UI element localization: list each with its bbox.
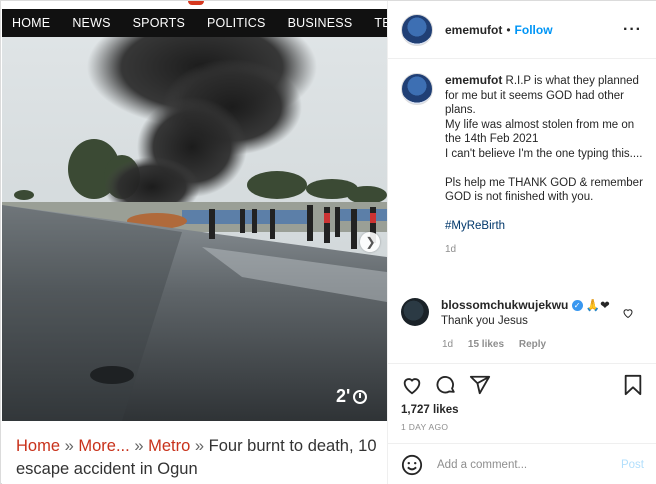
site-logo-fragment: [188, 1, 204, 5]
nav-item-home: HOME: [12, 16, 51, 30]
post-sidebar: ememufot • Follow ··· ememufot R.I.P is …: [387, 1, 656, 484]
comment-emojis: 🙏❤: [585, 300, 610, 312]
likes-count[interactable]: 1,727 likes: [401, 404, 656, 416]
dot-separator: •: [506, 22, 511, 37]
avatar[interactable]: [401, 298, 429, 326]
comment-item: blossomchukwujekwu ✓ 🙏❤ Thank you Jesus: [401, 298, 651, 329]
emoji-icon[interactable]: [401, 454, 423, 476]
breadcrumb-metro[interactable]: Metro: [148, 437, 190, 455]
reply-button[interactable]: Reply: [519, 339, 546, 350]
follow-button[interactable]: Follow: [515, 23, 553, 37]
add-comment-bar: Add a comment... Post: [388, 443, 656, 484]
nav-item-news: NEWS: [72, 16, 111, 30]
post-username[interactable]: ememufot: [445, 23, 502, 37]
avatar[interactable]: [401, 73, 433, 105]
post-comment-button[interactable]: Post: [621, 459, 644, 471]
chevron-right-icon: ❯: [365, 235, 376, 249]
next-slide-button[interactable]: ❯: [360, 232, 380, 252]
like-comment-icon[interactable]: [622, 307, 634, 319]
post-timestamp[interactable]: 1 DAY AGO: [401, 422, 656, 432]
news-site-nav: HOME NEWS SPORTS POLITICS BUSINESS TECH: [2, 9, 387, 37]
comment-timestamp[interactable]: 1d: [442, 339, 453, 350]
comment-meta: 1d 15 likes Reply: [442, 339, 558, 350]
comment-username[interactable]: blossomchukwujekwu: [441, 298, 568, 312]
comment-text: Thank you Jesus: [441, 315, 528, 327]
bookmark-icon[interactable]: [623, 374, 643, 396]
caption-timestamp[interactable]: 1d: [445, 243, 651, 258]
more-options-icon[interactable]: ···: [623, 21, 642, 39]
avatar[interactable]: [401, 13, 433, 46]
article-headline: Home » More... » Metro » Four burnt to d…: [2, 421, 387, 484]
nav-item-politics: POLITICS: [207, 16, 266, 30]
breadcrumb-separator: »: [60, 437, 79, 455]
nav-item-sports: SPORTS: [132, 16, 185, 30]
caption-line-4: Pls help me THANK GOD & remember GOD is …: [445, 176, 643, 204]
heart-icon[interactable]: [401, 374, 423, 396]
hashtag-link[interactable]: #MyReBirth: [445, 219, 651, 234]
post-media: HOME NEWS SPORTS POLITICS BUSINESS TECH: [2, 1, 387, 484]
breadcrumb-separator: »: [129, 437, 149, 455]
caption-line-3: I can't believe I'm the one typing this.…: [445, 147, 643, 160]
nav-item-business: BUSINESS: [287, 16, 353, 30]
post-header: ememufot • Follow ···: [388, 1, 656, 59]
comment-likes[interactable]: 15 likes: [468, 339, 504, 350]
post-actions: 1,727 likes 1 DAY AGO: [388, 363, 656, 443]
caption-username[interactable]: ememufot: [445, 73, 502, 87]
comment-input[interactable]: Add a comment...: [437, 459, 621, 471]
comment-icon[interactable]: [435, 374, 457, 396]
breadcrumb-home[interactable]: Home: [16, 437, 60, 455]
post-caption: ememufot R.I.P is what they planned for …: [401, 73, 651, 257]
timer-value: 2': [336, 386, 351, 406]
breadcrumb-separator: »: [190, 437, 209, 455]
reading-time-badge: 2': [336, 386, 368, 407]
caption-line-2: My life was almost stolen from me on the…: [445, 118, 635, 146]
share-icon[interactable]: [469, 374, 491, 396]
clock-icon: [353, 389, 368, 404]
nav-item-tech: TECH: [374, 16, 387, 30]
instagram-embed: HOME NEWS SPORTS POLITICS BUSINESS TECH: [0, 0, 656, 484]
verified-badge-icon: ✓: [571, 300, 583, 312]
accident-photo[interactable]: [2, 37, 387, 421]
breadcrumb-more[interactable]: More...: [78, 437, 129, 455]
